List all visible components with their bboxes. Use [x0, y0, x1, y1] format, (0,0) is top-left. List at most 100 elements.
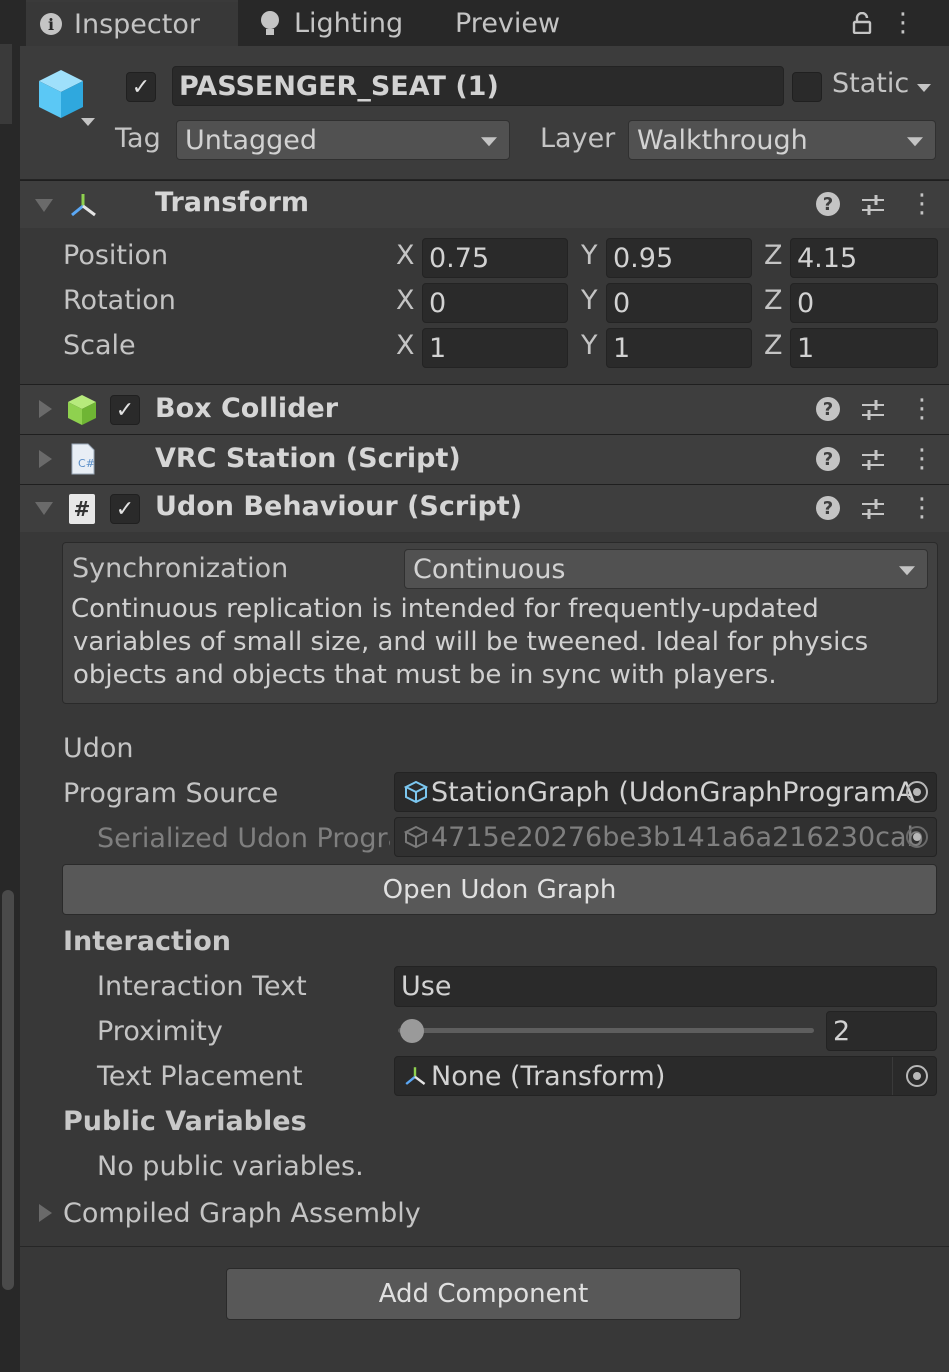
- active-checkbox[interactable]: ✓: [126, 72, 156, 102]
- rotation-z-field[interactable]: 0: [790, 283, 938, 323]
- box-collider-enabled-checkbox[interactable]: ✓: [110, 395, 140, 425]
- serialized-asset-icon: [403, 825, 429, 849]
- tab-lighting[interactable]: Lighting: [258, 0, 403, 46]
- udon-section-label: Udon: [63, 733, 134, 764]
- scale-y-field[interactable]: 1: [606, 328, 752, 368]
- static-dropdown-arrow[interactable]: [917, 84, 931, 92]
- tab-bar: i Inspector Lighting Preview: [20, 0, 949, 46]
- axis-x-label: X: [396, 330, 415, 361]
- rotation-x-field[interactable]: 0: [422, 283, 568, 323]
- left-scrollbar[interactable]: [2, 890, 14, 1290]
- presets-icon[interactable]: [860, 398, 886, 422]
- csharp-script-icon: C#: [71, 443, 95, 475]
- interaction-text-field[interactable]: Use: [394, 966, 937, 1007]
- help-icon[interactable]: ?: [816, 496, 840, 520]
- component-menu-icon[interactable]: ⋮: [909, 394, 935, 424]
- tab-inspector-label: Inspector: [74, 8, 200, 40]
- tab-preview[interactable]: Preview: [455, 0, 560, 46]
- object-picker-icon[interactable]: [906, 1065, 928, 1087]
- foldout-collapsed-icon[interactable]: [39, 1204, 52, 1222]
- section-divider: [20, 1246, 949, 1247]
- axis-z-label: Z: [764, 330, 783, 361]
- udon-enabled-checkbox[interactable]: ✓: [110, 494, 140, 524]
- program-source-value: StationGraph (UdonGraphProgramA: [431, 776, 915, 808]
- scale-z-field[interactable]: 1: [790, 328, 938, 368]
- no-public-variables-text: No public variables.: [97, 1151, 364, 1182]
- open-udon-graph-button[interactable]: Open Udon Graph: [62, 864, 937, 915]
- udon-behaviour-title: Udon Behaviour (Script): [155, 491, 523, 522]
- component-menu-icon[interactable]: ⋮: [909, 493, 935, 523]
- axis-y-label: Y: [581, 285, 598, 316]
- text-placement-label: Text Placement: [97, 1061, 303, 1092]
- serialized-program-value: 4715e20276be3b141a6a216230cab: [431, 821, 924, 853]
- foldout-expanded-icon[interactable]: [35, 502, 53, 515]
- interaction-text-label: Interaction Text: [97, 971, 307, 1002]
- proximity-label: Proximity: [97, 1016, 223, 1047]
- scale-x-field[interactable]: 1: [422, 328, 568, 368]
- static-label: Static: [832, 68, 910, 99]
- synchronization-box: Synchronization Continuous Continuous re…: [62, 542, 938, 704]
- left-panel-edge: [0, 0, 20, 1372]
- proximity-value-field[interactable]: 2: [826, 1011, 937, 1051]
- foldout-collapsed-icon[interactable]: [39, 450, 52, 468]
- text-placement-value: None (Transform): [431, 1060, 666, 1092]
- tab-preview-label: Preview: [455, 7, 561, 39]
- serialized-program-field: 4715e20276be3b141a6a216230cab: [394, 817, 937, 857]
- position-y-field[interactable]: 0.95: [606, 238, 752, 278]
- tab-lighting-label: Lighting: [294, 7, 404, 39]
- scale-label: Scale: [63, 330, 136, 361]
- synchronization-dropdown[interactable]: Continuous: [404, 549, 928, 589]
- inspector-menu-icon[interactable]: ⋮: [890, 8, 916, 38]
- udon-behaviour-header[interactable]: # ✓ Udon Behaviour (Script) ? ⋮: [20, 484, 949, 532]
- compiled-graph-assembly-foldout[interactable]: Compiled Graph Assembly: [63, 1198, 421, 1229]
- info-icon: i: [40, 13, 62, 35]
- gameobject-cube-icon: [39, 70, 83, 118]
- transform-axis-icon: [405, 1067, 426, 1085]
- vrc-station-title: VRC Station (Script): [155, 443, 461, 474]
- help-icon[interactable]: ?: [816, 397, 840, 421]
- rotation-y-field[interactable]: 0: [606, 283, 752, 323]
- rotation-label: Rotation: [63, 285, 176, 316]
- text-placement-field[interactable]: None (Transform): [394, 1056, 937, 1096]
- tab-inspector[interactable]: i Inspector: [26, 0, 238, 46]
- transform-header[interactable]: Transform ? ⋮: [20, 180, 949, 228]
- icon-dropdown-arrow[interactable]: [81, 118, 95, 126]
- lock-icon[interactable]: [852, 12, 872, 34]
- foldout-expanded-icon[interactable]: [35, 199, 53, 212]
- presets-icon[interactable]: [860, 497, 886, 521]
- tag-dropdown[interactable]: Untagged: [176, 120, 510, 160]
- axis-x-label: X: [396, 285, 415, 316]
- proximity-slider-track[interactable]: [398, 1028, 814, 1033]
- vrc-station-header[interactable]: C# VRC Station (Script) ? ⋮: [20, 434, 949, 484]
- box-collider-header[interactable]: ✓ Box Collider ? ⋮: [20, 384, 949, 434]
- component-menu-icon[interactable]: ⋮: [909, 444, 935, 474]
- proximity-slider-thumb[interactable]: [400, 1019, 424, 1043]
- foldout-collapsed-icon[interactable]: [39, 400, 52, 418]
- layer-dropdown[interactable]: Walkthrough: [628, 120, 936, 160]
- chevron-down-icon: [907, 137, 923, 147]
- chevron-down-icon: [481, 137, 497, 147]
- program-source-field[interactable]: StationGraph (UdonGraphProgramA: [394, 772, 937, 812]
- transform-title: Transform: [155, 187, 310, 218]
- component-menu-icon[interactable]: ⋮: [909, 189, 935, 219]
- layer-value: Walkthrough: [637, 124, 808, 156]
- object-picker-icon[interactable]: [906, 781, 928, 803]
- position-z-field[interactable]: 4.15: [790, 238, 938, 278]
- axis-z-label: Z: [764, 240, 783, 271]
- help-icon[interactable]: ?: [816, 192, 840, 216]
- svg-text:C#: C#: [78, 457, 95, 470]
- axis-y-label: Y: [581, 240, 598, 271]
- add-component-button[interactable]: Add Component: [226, 1268, 741, 1320]
- program-source-label: Program Source: [63, 778, 279, 809]
- presets-icon[interactable]: [860, 193, 886, 217]
- tag-value: Untagged: [185, 124, 318, 156]
- gameobject-name-field[interactable]: PASSENGER_SEAT (1): [172, 66, 784, 106]
- static-checkbox[interactable]: [792, 72, 822, 102]
- synchronization-description: Continuous replication is intended for f…: [71, 594, 869, 690]
- presets-icon[interactable]: [860, 448, 886, 472]
- position-x-field[interactable]: 0.75: [422, 238, 568, 278]
- serialized-program-label: Serialized Udon Progra: [97, 823, 390, 854]
- help-icon[interactable]: ?: [816, 447, 840, 471]
- public-variables-header: Public Variables: [63, 1106, 307, 1137]
- box-collider-title: Box Collider: [155, 393, 339, 424]
